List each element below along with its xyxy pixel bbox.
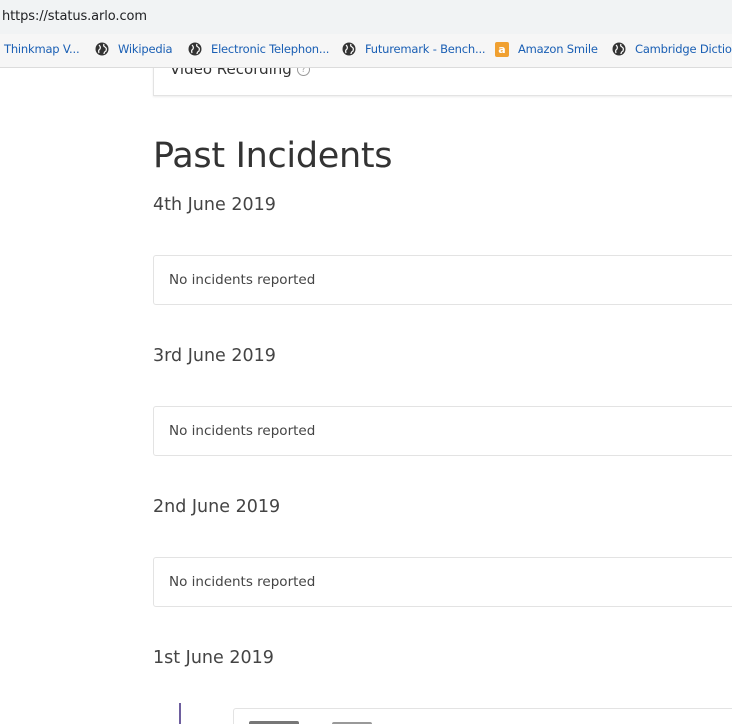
globe-icon <box>95 42 109 56</box>
no-incidents-message: No incidents reported <box>169 423 316 439</box>
amazon-icon: a <box>495 41 509 57</box>
bookmark-wikipedia[interactable]: Wikipedia <box>95 40 172 58</box>
bookmark-label: Electronic Telephon... <box>211 42 330 56</box>
bookmark-label: Amazon Smile <box>518 42 598 56</box>
status-page: Video Recording? Past Incidents 4th June… <box>0 68 732 724</box>
incident-day-card: No incidents reported <box>153 557 732 607</box>
bookmark-electronic-telephone[interactable]: Electronic Telephon... <box>188 40 329 58</box>
component-card: Video Recording? <box>153 68 732 96</box>
incident-card-partial[interactable] <box>233 708 732 724</box>
bookmark-label: Thinkmap V... <box>4 42 80 56</box>
bookmark-futuremark[interactable]: Futuremark - Bench... <box>342 40 486 58</box>
globe-icon <box>612 42 626 56</box>
url-text[interactable]: https://status.arlo.com <box>2 9 147 24</box>
component-name-text: Video Recording <box>170 68 292 78</box>
bookmark-label: Futuremark - Bench... <box>365 42 486 56</box>
incident-day-card: No incidents reported <box>153 255 732 305</box>
address-bar[interactable]: https://status.arlo.com <box>0 0 732 34</box>
amazon-icon-glyph: a <box>495 41 509 57</box>
globe-icon <box>188 42 202 56</box>
bookmark-label: Cambridge Diction <box>635 42 732 56</box>
component-name: Video Recording? <box>170 68 310 78</box>
bookmark-amazon-smile[interactable]: a Amazon Smile <box>495 40 598 58</box>
globe-icon <box>342 42 356 56</box>
incident-date-heading: 1st June 2019 <box>153 648 274 668</box>
no-incidents-message: No incidents reported <box>169 574 316 590</box>
no-incidents-message: No incidents reported <box>169 272 316 288</box>
incident-date-heading: 4th June 2019 <box>153 195 276 215</box>
bookmark-label: Wikipedia <box>118 42 173 56</box>
bookmarks-bar: Thinkmap V... Wikipedia Electronic Telep… <box>0 34 732 68</box>
bookmark-cambridge-dictionary[interactable]: Cambridge Diction <box>612 40 732 58</box>
incident-day-card: No incidents reported <box>153 406 732 456</box>
incident-date-heading: 2nd June 2019 <box>153 497 281 517</box>
incident-date-heading: 3rd June 2019 <box>153 346 276 366</box>
bookmark-thinkmap[interactable]: Thinkmap V... <box>4 40 80 58</box>
timeline-line <box>179 703 181 724</box>
past-incidents-title: Past Incidents <box>153 136 393 176</box>
info-icon[interactable]: ? <box>296 68 310 76</box>
